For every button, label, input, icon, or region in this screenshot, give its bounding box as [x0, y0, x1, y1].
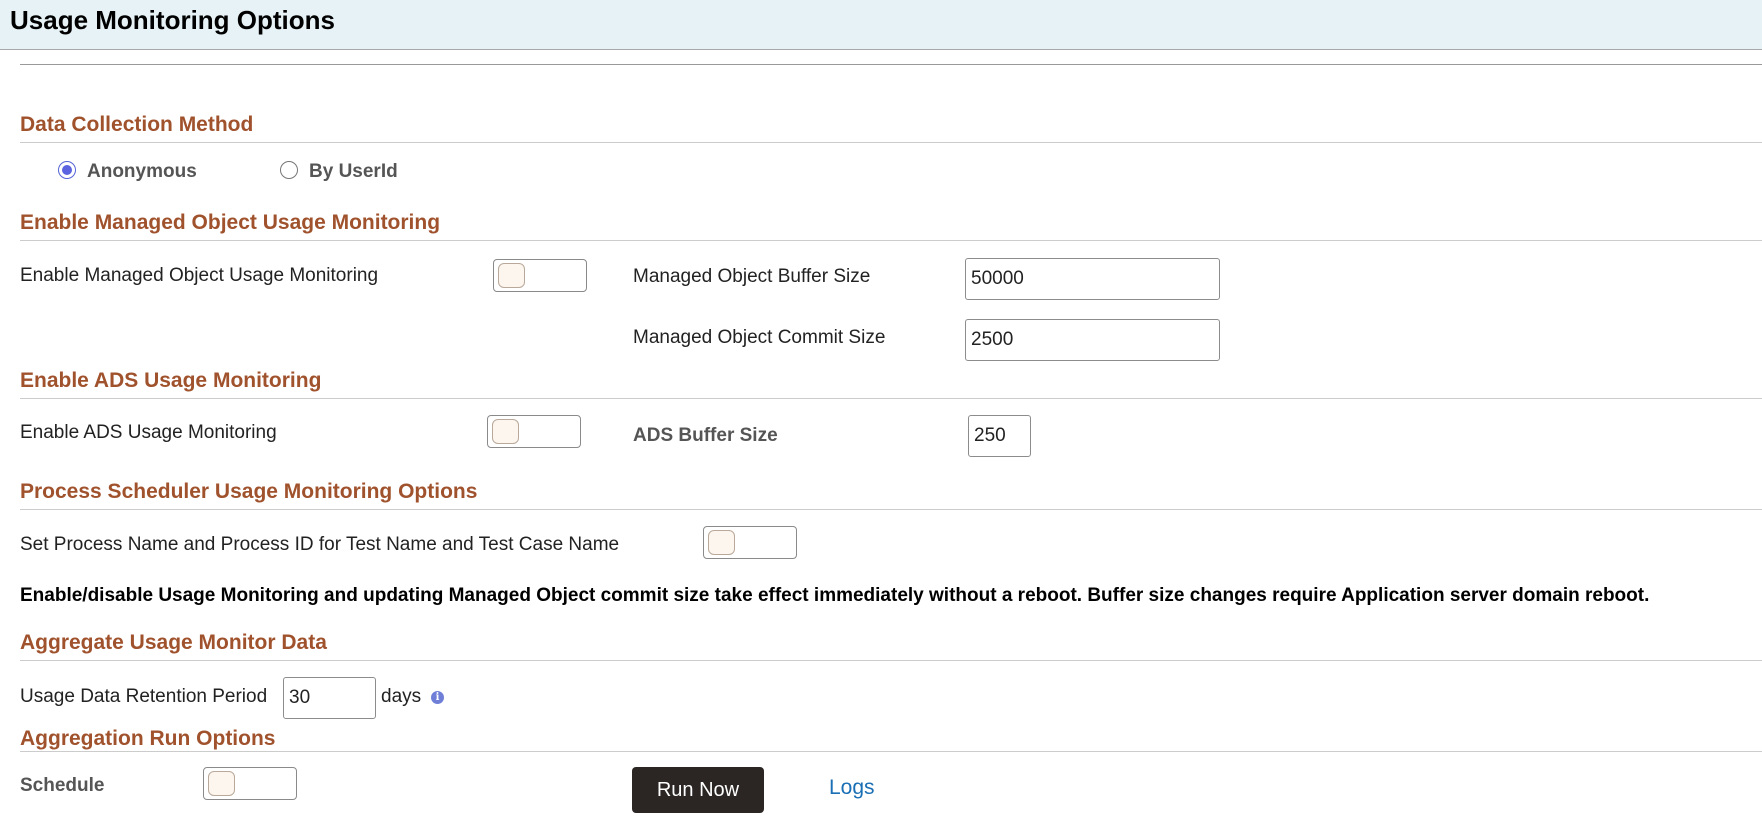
section-title-managed-object: Enable Managed Object Usage Monitoring: [20, 211, 441, 234]
managed-object-enable-toggle[interactable]: [493, 259, 587, 292]
ads-enable-label: Enable ADS Usage Monitoring: [20, 422, 277, 443]
section-title-process-scheduler: Process Scheduler Usage Monitoring Optio…: [20, 480, 478, 503]
logs-link[interactable]: Logs: [829, 776, 875, 800]
info-note: Enable/disable Usage Monitoring and upda…: [20, 585, 1650, 606]
toggle-knob: [708, 530, 735, 555]
radio-by-userid[interactable]: [280, 161, 298, 179]
process-scheduler-toggle[interactable]: [703, 526, 797, 559]
ads-enable-toggle[interactable]: [487, 415, 581, 448]
toggle-knob: [498, 263, 525, 288]
divider: [20, 64, 1762, 65]
toggle-knob: [208, 771, 235, 796]
section-title-run-options: Aggregation Run Options: [20, 727, 276, 750]
schedule-toggle[interactable]: [203, 767, 297, 800]
retention-period-input[interactable]: [283, 677, 376, 719]
ads-buffer-label: ADS Buffer Size: [633, 425, 778, 446]
managed-object-buffer-input[interactable]: [965, 258, 1220, 300]
ads-buffer-input[interactable]: [968, 415, 1031, 457]
info-icon[interactable]: i: [431, 691, 444, 704]
section-data-collection: Data Collection Method: [20, 113, 1762, 143]
page-title: Usage Monitoring Options: [10, 5, 335, 35]
section-title-data-collection: Data Collection Method: [20, 113, 254, 136]
schedule-label: Schedule: [20, 775, 105, 796]
toggle-knob: [492, 419, 519, 444]
section-aggregate: Aggregate Usage Monitor Data: [20, 631, 1762, 661]
section-title-aggregate: Aggregate Usage Monitor Data: [20, 631, 327, 654]
run-now-button[interactable]: Run Now: [632, 767, 764, 813]
retention-period-label: Usage Data Retention Period: [20, 686, 268, 707]
section-run-options: Aggregation Run Options: [20, 727, 1762, 752]
section-managed-object: Enable Managed Object Usage Monitoring: [20, 211, 1762, 241]
managed-object-buffer-label: Managed Object Buffer Size: [633, 266, 871, 287]
managed-object-enable-label: Enable Managed Object Usage Monitoring: [20, 265, 379, 286]
section-ads: Enable ADS Usage Monitoring: [20, 369, 1762, 399]
radio-anonymous[interactable]: [58, 161, 76, 179]
section-process-scheduler: Process Scheduler Usage Monitoring Optio…: [20, 480, 1762, 510]
managed-object-commit-input[interactable]: [965, 319, 1220, 361]
retention-unit-label: days: [381, 686, 422, 707]
radio-by-userid-label: By UserId: [309, 161, 398, 182]
managed-object-commit-label: Managed Object Commit Size: [633, 327, 886, 348]
page-header: Usage Monitoring Options: [0, 0, 1762, 50]
radio-anonymous-label: Anonymous: [87, 161, 197, 182]
section-title-ads: Enable ADS Usage Monitoring: [20, 369, 322, 392]
process-scheduler-set-label: Set Process Name and Process ID for Test…: [20, 534, 620, 555]
